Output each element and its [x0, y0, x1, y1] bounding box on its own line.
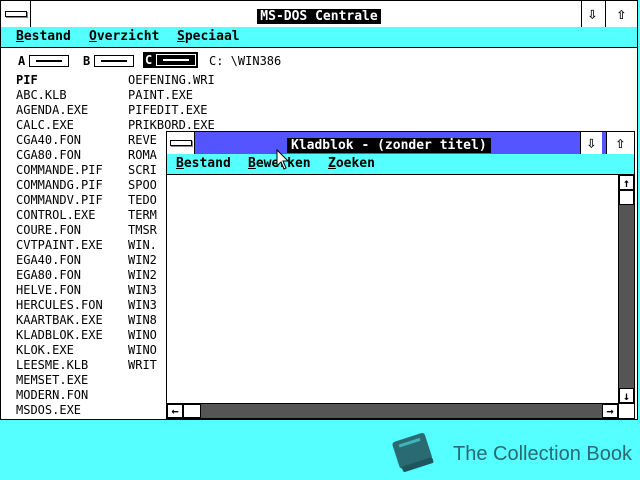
- down-arrow-icon: ⇩: [586, 133, 597, 152]
- drive-a[interactable]: A: [18, 54, 70, 68]
- file-list-item[interactable]: EGA40.FON: [16, 253, 103, 268]
- vertical-scroll-thumb[interactable]: [619, 190, 634, 205]
- file-list-item[interactable]: OEFENING.WRI: [128, 73, 215, 88]
- notepad-menu-bestand[interactable]: Bestand: [176, 154, 231, 174]
- notepad-window-title: Kladblok - (zonder titel): [287, 138, 491, 153]
- notepad-vertical-scrollbar[interactable]: ↑ ↓: [618, 175, 634, 403]
- file-list-item[interactable]: KAARTBAK.EXE: [16, 313, 103, 328]
- scroll-down-button[interactable]: ↓: [619, 388, 634, 403]
- main-minimize-button[interactable]: ⇩: [581, 1, 603, 27]
- file-list-item[interactable]: CALC.EXE: [16, 118, 103, 133]
- file-list-item[interactable]: ABC.KLB: [16, 88, 103, 103]
- scroll-left-button[interactable]: ←: [167, 404, 183, 418]
- notepad-title-bar[interactable]: Kladblok - (zonder titel) ⇩ ⇧: [167, 132, 634, 155]
- file-list-item[interactable]: CGA80.FON: [16, 148, 103, 163]
- system-menu-icon: [169, 140, 192, 146]
- main-title-bar[interactable]: MS-DOS Centrale ⇩ ⇧: [1, 1, 637, 28]
- down-arrow-icon: ⇩: [587, 4, 598, 23]
- main-window-title: MS-DOS Centrale: [257, 9, 381, 24]
- drive-letter: A: [18, 54, 26, 68]
- file-list-item[interactable]: COURE.FON: [16, 223, 103, 238]
- arrow-down-icon: ↓: [622, 388, 631, 403]
- file-list-item[interactable]: HERCULES.FON: [16, 298, 103, 313]
- file-list-item[interactable]: CONTROL.EXE: [16, 208, 103, 223]
- book-icon: [392, 432, 434, 472]
- main-maximize-button[interactable]: ⇧: [605, 1, 637, 27]
- drive-b[interactable]: B: [83, 54, 135, 68]
- file-list-item[interactable]: EGA80.FON: [16, 268, 103, 283]
- menu-bestand[interactable]: Bestand: [16, 27, 71, 47]
- file-list-item[interactable]: COMMANDG.PIF: [16, 178, 103, 193]
- scrollbar-corner: [618, 403, 634, 418]
- scroll-up-button[interactable]: ↑: [619, 175, 634, 190]
- file-list-item[interactable]: CVTPAINT.EXE: [16, 238, 103, 253]
- arrow-left-icon: ←: [171, 404, 179, 418]
- drive-icon: [94, 55, 135, 67]
- main-menu-bar: Bestand Overzicht Speciaal: [1, 27, 637, 48]
- file-list-item[interactable]: MODERN.FON: [16, 388, 103, 403]
- drive-icon: [29, 55, 70, 67]
- mouse-pointer-icon: [276, 149, 290, 170]
- notepad-menu-bar: Bestand Bewerken Zoeken: [167, 154, 634, 175]
- drive-c-selected[interactable]: C: [143, 52, 199, 68]
- horizontal-scroll-thumb[interactable]: [183, 404, 201, 418]
- brand-watermark: The Collection Book: [453, 443, 632, 465]
- file-list-item[interactable]: PIFEDIT.EXE: [128, 103, 215, 118]
- file-list-item[interactable]: COMMANDE.PIF: [16, 163, 103, 178]
- file-list-item[interactable]: CGA40.FON: [16, 133, 103, 148]
- menu-overzicht[interactable]: Overzicht: [89, 27, 159, 47]
- drive-letter: C: [145, 53, 153, 67]
- arrow-up-icon: ↑: [622, 175, 631, 190]
- file-list-item[interactable]: AGENDA.EXE: [16, 103, 103, 118]
- notepad-system-menu-button[interactable]: [167, 132, 195, 154]
- menu-speciaal[interactable]: Speciaal: [177, 27, 240, 47]
- notepad-menu-zoeken[interactable]: Zoeken: [328, 154, 375, 174]
- file-list-item[interactable]: MEMSET.EXE: [16, 373, 103, 388]
- notepad-window: Kladblok - (zonder titel) ⇩ ⇧ Bestand Be…: [166, 131, 635, 419]
- notepad-minimize-button[interactable]: ⇩: [580, 132, 602, 154]
- file-list-item[interactable]: LEESME.KLB: [16, 358, 103, 373]
- notepad-maximize-button[interactable]: ⇧: [606, 132, 634, 154]
- drive-icon: [156, 54, 197, 66]
- scroll-right-button[interactable]: →: [602, 404, 618, 418]
- file-list-item[interactable]: KLOK.EXE: [16, 343, 103, 358]
- file-list-item[interactable]: COMMANDV.PIF: [16, 193, 103, 208]
- up-arrow-icon: ⇧: [615, 133, 626, 152]
- drive-letter: B: [83, 54, 91, 68]
- up-arrow-icon: ⇧: [616, 4, 627, 23]
- file-list-item[interactable]: KLADBLOK.EXE: [16, 328, 103, 343]
- file-list-item[interactable]: PAINT.EXE: [128, 88, 215, 103]
- current-path: C: \WIN386: [209, 54, 282, 68]
- file-list-item[interactable]: HELVE.FON: [16, 283, 103, 298]
- file-list-column-1: PIF ABC.KLB AGENDA.EXE CALC.EXE CGA40.FON CGA…: [16, 73, 103, 418]
- notepad-horizontal-scrollbar[interactable]: ← →: [167, 403, 618, 418]
- file-list-item[interactable]: PIF: [16, 73, 103, 88]
- notepad-text-area[interactable]: [167, 175, 618, 403]
- file-list-item[interactable]: MSDOS.EXE: [16, 403, 103, 418]
- arrow-right-icon: →: [606, 404, 614, 418]
